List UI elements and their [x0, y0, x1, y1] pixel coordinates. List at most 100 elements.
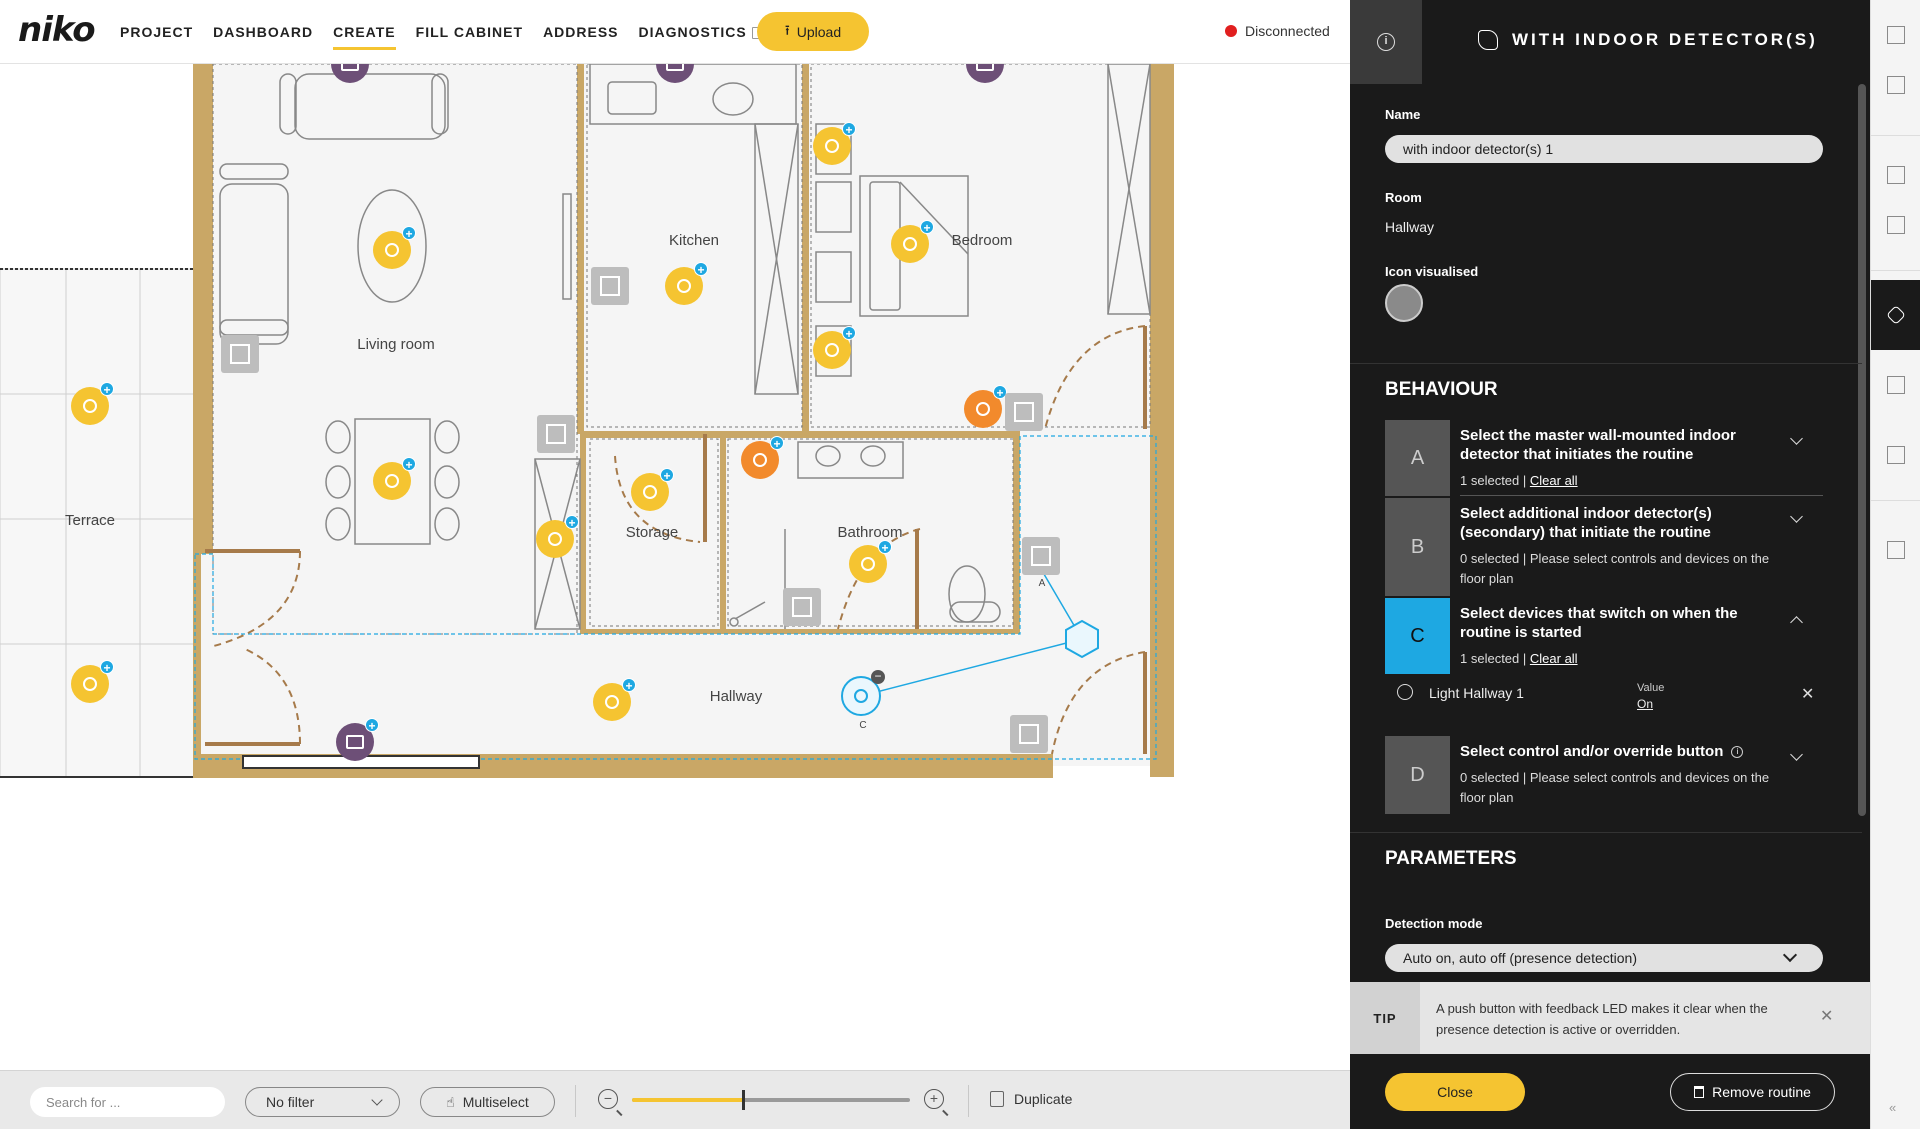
nav-diagnostics[interactable]: DIAGNOSTICS	[639, 0, 764, 64]
map-icon[interactable]	[1871, 50, 1920, 120]
light-bulb-icon[interactable]: +	[536, 515, 579, 558]
zoom-out-icon[interactable]: −	[598, 1089, 618, 1109]
map-glyph-icon	[1887, 76, 1905, 94]
calendar-icon[interactable]	[1871, 420, 1920, 490]
behaviour-count-b: 0 selected |	[1460, 551, 1527, 566]
device-glyph-icon	[976, 64, 994, 71]
switch-glyph-icon	[1031, 546, 1051, 566]
control-switch-icon[interactable]	[1010, 715, 1048, 753]
nav-dashboard[interactable]: DASHBOARD	[213, 0, 313, 64]
control-switch-icon[interactable]	[1005, 393, 1043, 431]
behaviour-title-d-text: Select control and/or override button	[1460, 743, 1724, 760]
panel-divider	[1350, 363, 1862, 364]
duplicate-icon	[990, 1091, 1004, 1107]
collapse-arrows-icon[interactable]: «	[1889, 1100, 1896, 1115]
behaviour-row-c[interactable]: C Select devices that switch on when the…	[1385, 598, 1823, 674]
light-bulb-icon[interactable]: +	[373, 226, 416, 269]
remove-routine-button[interactable]: Remove routine	[1670, 1073, 1835, 1111]
radiator-glyph-icon	[976, 402, 990, 416]
control-switch-icon[interactable]	[1022, 537, 1060, 575]
selected-light-hallway-icon[interactable]: −	[841, 670, 885, 716]
zoom-slider-thumb[interactable]	[742, 1090, 746, 1110]
routine-name-input[interactable]	[1385, 135, 1823, 163]
room-label: Room	[1385, 190, 1422, 205]
control-switch-icon[interactable]	[783, 588, 821, 626]
nav-create[interactable]: CREATE	[333, 0, 396, 64]
heating-device-icon[interactable]: +	[964, 385, 1007, 428]
chevron-down-icon[interactable]	[1790, 510, 1803, 523]
behaviour-row-a[interactable]: A Select the master wall-mounted indoor …	[1385, 420, 1823, 496]
hand-pointer-icon: ☝	[446, 1093, 455, 1110]
light-bulb-icon[interactable]: +	[813, 122, 856, 165]
light-bulb-icon[interactable]: +	[665, 262, 708, 305]
panel-divider	[1350, 832, 1862, 833]
device-value-toggle[interactable]: On	[1637, 697, 1653, 711]
room-label-bathroom: Bathroom	[837, 524, 903, 541]
behaviour-row-b[interactable]: B Select additional indoor detector(s) (…	[1385, 498, 1823, 596]
bottom-toolbar: No filter ☝ Multiselect − + Duplicate	[0, 1070, 1350, 1129]
light-bulb-icon[interactable]: +	[891, 220, 934, 263]
panel-footer: Close Remove routine	[1350, 1054, 1870, 1129]
search-input[interactable]	[30, 1087, 225, 1117]
connection-status: Disconnected	[1225, 23, 1330, 39]
switch-glyph-icon	[1014, 402, 1034, 422]
routines-icon[interactable]	[1871, 280, 1920, 350]
bulb-glyph-icon	[825, 343, 839, 357]
light-bulb-icon[interactable]: +	[373, 457, 416, 500]
light-bulb-icon[interactable]: +	[71, 660, 114, 703]
control-switch-icon[interactable]	[221, 335, 259, 373]
heating-device-icon[interactable]: +	[741, 436, 784, 479]
floor-plan-canvas[interactable]: Terrace Living room Kitchen Bedroom Stor…	[0, 64, 1350, 1070]
filter-dropdown[interactable]: No filter	[245, 1087, 400, 1117]
nav-address[interactable]: ADDRESS	[543, 0, 618, 64]
tools-glyph-icon	[1887, 541, 1905, 559]
clear-all-link-c[interactable]: Clear all	[1530, 651, 1578, 666]
info-tab[interactable]: i	[1350, 0, 1422, 84]
shapes-icon[interactable]	[1871, 190, 1920, 260]
upload-button[interactable]: ⭱ Upload	[757, 12, 869, 51]
room-label-kitchen: Kitchen	[668, 232, 720, 249]
add-element-glyph-icon	[1887, 166, 1905, 184]
close-icon[interactable]: ✕	[1820, 1006, 1833, 1026]
control-switch-icon[interactable]	[591, 267, 629, 305]
hand-wave-icon	[1478, 30, 1498, 50]
selected-device-row: Light Hallway 1 Value On ✕	[1385, 680, 1823, 716]
behaviour-row-d[interactable]: D Select control and/or override button i…	[1385, 736, 1823, 814]
light-bulb-icon[interactable]: +	[71, 382, 114, 425]
fullscreen-glyph-icon	[1887, 26, 1905, 44]
add-icon: +	[402, 457, 416, 472]
info-icon[interactable]: i	[1731, 746, 1744, 758]
device-glyph-icon	[346, 735, 364, 749]
clear-all-link-a[interactable]: Clear all	[1530, 473, 1578, 488]
add-icon: +	[694, 262, 708, 277]
light-bulb-icon[interactable]: +	[593, 678, 636, 721]
close-icon[interactable]: ✕	[1801, 684, 1814, 704]
light-bulb-icon[interactable]: +	[813, 326, 856, 369]
duplicate-button[interactable]: Duplicate	[990, 1091, 1072, 1107]
control-switch-icon[interactable]	[537, 415, 575, 453]
tools-icon[interactable]	[1871, 515, 1920, 585]
remove-icon[interactable]: −	[871, 670, 885, 684]
chevron-down-icon[interactable]	[1790, 432, 1803, 445]
info-icon: i	[1377, 33, 1395, 51]
nav-fill-cabinet[interactable]: FILL CABINET	[416, 0, 523, 64]
chevron-up-icon[interactable]	[1790, 616, 1803, 629]
trash-icon	[1694, 1086, 1705, 1098]
panel-scrollbar[interactable]	[1858, 84, 1866, 816]
nav-project[interactable]: PROJECT	[120, 0, 193, 64]
zoom-slider[interactable]	[632, 1090, 910, 1110]
detection-mode-select[interactable]: Auto on, auto off (presence detection)	[1385, 944, 1823, 972]
light-bulb-icon[interactable]: +	[849, 540, 892, 583]
zoom-in-icon[interactable]: +	[924, 1089, 944, 1109]
upload-icon: ⭱	[784, 21, 790, 38]
name-label: Name	[1385, 107, 1421, 122]
multiselect-button[interactable]: ☝ Multiselect	[420, 1087, 555, 1117]
chevron-down-icon[interactable]	[1790, 748, 1803, 761]
toolbar-divider	[575, 1085, 576, 1117]
light-bulb-icon[interactable]: +	[631, 468, 674, 511]
media-device-icon[interactable]: +	[336, 718, 379, 761]
bulb-glyph-icon	[903, 237, 917, 251]
connections-icon[interactable]	[1871, 350, 1920, 420]
close-button[interactable]: Close	[1385, 1073, 1525, 1111]
routine-icon-avatar[interactable]	[1385, 284, 1423, 322]
